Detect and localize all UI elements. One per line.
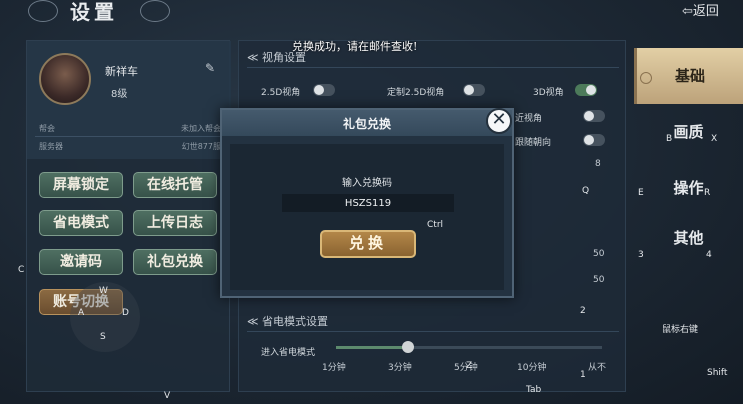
code-label: 输入兑换码 <box>342 178 392 189</box>
power-row-label: 进入省电模式 <box>261 348 316 358</box>
power-section-label: 省电模式设置 <box>262 315 329 328</box>
option-2.5d-label: 2.5D视角 <box>261 88 301 98</box>
section-bullet-icon: ≪ <box>247 51 259 64</box>
tab-other[interactable]: 其他 <box>634 210 743 266</box>
toggle-2.5d-view[interactable] <box>313 84 335 96</box>
option-close-view-label: 近视角 <box>515 114 543 124</box>
tick-1min: 1分钟 <box>322 363 346 373</box>
close-icon[interactable]: ✕ <box>486 108 512 134</box>
slider-value-2: 50 <box>593 249 605 259</box>
key-hint-w: W <box>99 286 108 296</box>
toast-message: 兑换成功，请在邮件查收! <box>292 40 418 53</box>
key-hint-e: E <box>638 188 644 198</box>
key-hint-z: Z <box>466 361 473 371</box>
upload-log-button[interactable]: 上传日志 <box>133 210 217 236</box>
guild-value: 未加入帮会 <box>181 124 221 133</box>
key-hint-4: 4 <box>706 250 712 260</box>
option-follow-label: 跟随朝向 <box>515 138 552 148</box>
key-hint-q: Q <box>582 186 590 196</box>
key-hint-c: C <box>18 265 25 275</box>
slider-value-1: 8 <box>595 159 601 169</box>
gift-redeem-dialog: 礼包兑换 ✕ 输入兑换码 Ctrl 兑换 <box>220 108 514 298</box>
settings-tabs: 基础 画质 操作 其他 <box>634 40 743 404</box>
server-label: 服务器 <box>39 142 63 151</box>
key-hint-d: D <box>122 308 129 318</box>
back-label: 返回 <box>692 4 719 19</box>
section-divider <box>247 331 619 332</box>
power-save-button[interactable]: 省电模式 <box>39 210 123 236</box>
key-hint-x: X <box>711 134 718 144</box>
header-ornament-icon <box>28 0 58 22</box>
tick-3min: 3分钟 <box>388 363 412 373</box>
lock-screen-button[interactable]: 屏幕锁定 <box>39 172 123 198</box>
invite-code-button[interactable]: 邀请码 <box>39 249 123 275</box>
page-title: 设置 <box>70 0 118 24</box>
profile-card: 新祥车 8级 ✎ 帮会 未加入帮会 服务器 幻世877服 <box>27 41 231 159</box>
key-hint-2: 2 <box>580 306 586 316</box>
key-hint-b: B <box>666 134 673 144</box>
slider-knob[interactable] <box>401 341 414 353</box>
auto-host-button[interactable]: 在线托管 <box>133 172 217 198</box>
tab-active-marker-icon <box>640 72 652 84</box>
tab-controls[interactable]: 操作 <box>634 160 743 216</box>
slider-fill <box>336 346 408 349</box>
key-hint-s: S <box>100 332 106 342</box>
key-hint-1: 1 <box>580 370 586 380</box>
key-hint-tab: Tab <box>526 385 542 395</box>
redeem-button[interactable]: 兑换 <box>320 230 416 258</box>
section-divider <box>247 67 619 68</box>
dialog-title: 礼包兑换 <box>342 117 391 131</box>
header-bar: 设置 <box>0 0 230 26</box>
dialog-title-bar: 礼包兑换 <box>222 110 512 136</box>
power-save-slider[interactable] <box>336 341 602 353</box>
key-hint-3: 3 <box>638 250 644 260</box>
header-ornament-icon <box>140 0 170 22</box>
back-arrow-icon: ⇦ <box>682 4 693 19</box>
player-name: 新祥车 <box>105 65 138 78</box>
tab-graphics[interactable]: 画质 <box>634 104 743 160</box>
key-hint-ctrl: Ctrl <box>427 220 444 230</box>
back-button[interactable]: ⇦返回 <box>682 0 719 19</box>
key-hint-right-mouse: 鼠标右键 <box>662 325 699 335</box>
power-section-title: ≪ 省电模式设置 <box>247 313 328 329</box>
key-hint-r: R <box>704 188 711 198</box>
profile-divider <box>35 136 223 137</box>
avatar[interactable] <box>39 53 91 105</box>
slider-value-3: 50 <box>593 275 605 285</box>
option-3d-label: 3D视角 <box>533 88 564 98</box>
key-hint-a: A <box>78 308 85 318</box>
tick-10min: 10分钟 <box>517 363 547 373</box>
player-level: 8级 <box>111 89 128 100</box>
gift-redeem-button[interactable]: 礼包兑换 <box>133 249 217 275</box>
toggle-custom-2.5d-view[interactable] <box>463 84 485 96</box>
option-custom-2.5d-label: 定制2.5D视角 <box>387 88 445 98</box>
tick-never: 从不 <box>588 363 607 373</box>
dialog-body: 输入兑换码 Ctrl 兑换 <box>230 144 504 290</box>
key-hint-shift: Shift <box>707 368 728 378</box>
toggle-close-view[interactable] <box>583 110 605 122</box>
edit-pencil-icon[interactable]: ✎ <box>205 61 215 75</box>
section-bullet-icon: ≪ <box>247 315 259 328</box>
server-value: 幻世877服 <box>181 142 221 151</box>
redeem-code-input[interactable] <box>282 194 454 212</box>
guild-label: 帮会 <box>39 124 55 133</box>
toggle-3d-view[interactable] <box>575 84 597 96</box>
toggle-follow-direction[interactable] <box>583 134 605 146</box>
key-hint-v: V <box>164 391 171 401</box>
